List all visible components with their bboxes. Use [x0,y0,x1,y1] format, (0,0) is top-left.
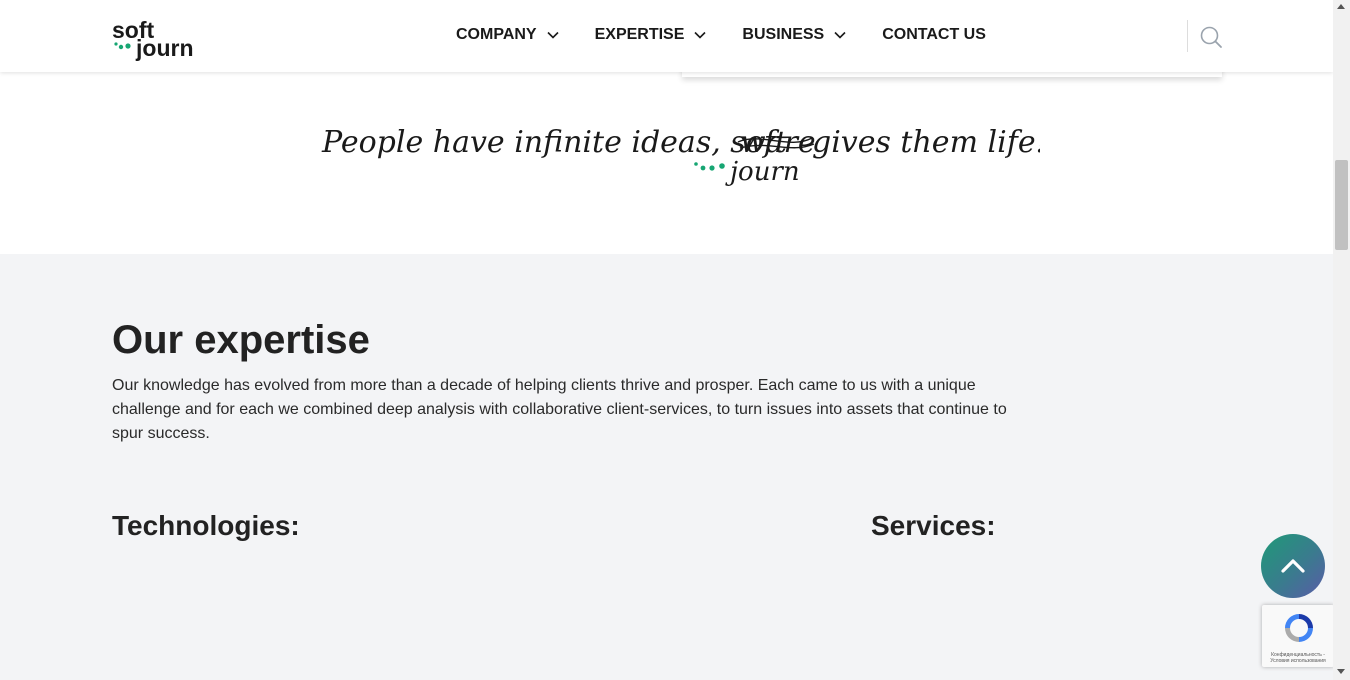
section-description: Our knowledge has evolved from more than… [112,377,1007,442]
site-header: soft journ COMPANY EXPERTISE BUSINESS CO… [0,0,1333,72]
scroll-up-arrow-icon[interactable] [1337,4,1345,9]
recaptcha-badge[interactable]: Конфиденциальность - Условия использован… [1262,605,1334,667]
scroll-to-top-button[interactable] [1261,534,1325,598]
expertise-section: Our expertise Our knowledge has evolved … [0,254,1333,680]
chevron-up-icon [1281,559,1305,573]
tagline: People have infinite ideas, soft ware gi… [321,125,1040,187]
svg-text:People have infinite ideas, so: People have infinite ideas, soft [321,125,788,160]
chevron-down-icon [834,31,846,39]
softjourn-logo[interactable]: soft journ [112,14,202,62]
recaptcha-links[interactable]: Конфиденциальность - Условия использован… [1264,652,1332,664]
nav-item-label: BUSINESS [742,26,825,43]
svg-text:gives them life!: gives them life! [812,125,1040,160]
section-title: Our expertise [112,318,370,362]
nav-item-contact-us[interactable]: CONTACT US [882,26,986,44]
nav-item-label: CONTACT US [882,26,986,43]
nav-item-label: EXPERTISE [594,26,685,43]
nav-item-expertise[interactable]: EXPERTISE [595,26,707,44]
technologies-heading: Technologies: [112,510,300,541]
nav-item-company[interactable]: COMPANY [456,26,559,44]
svg-text:ware: ware [740,125,816,160]
chevron-down-icon [694,31,706,39]
scroll-down-arrow-icon[interactable] [1337,669,1345,674]
svg-text:journ: journ [135,35,194,61]
search-icon[interactable] [1199,25,1223,49]
svg-text:journ: journ [725,157,800,187]
nav-item-label: COMPANY [456,26,537,43]
search-divider [1187,20,1188,52]
main-nav: COMPANY EXPERTISE BUSINESS CONTACT US [456,26,986,44]
services-heading: Services: [871,510,996,541]
scrollbar-thumb[interactable] [1335,160,1348,250]
page-scrollbar[interactable] [1333,0,1350,680]
nav-item-business[interactable]: BUSINESS [742,26,846,44]
chevron-down-icon [547,31,559,39]
recaptcha-icon [1285,614,1313,642]
